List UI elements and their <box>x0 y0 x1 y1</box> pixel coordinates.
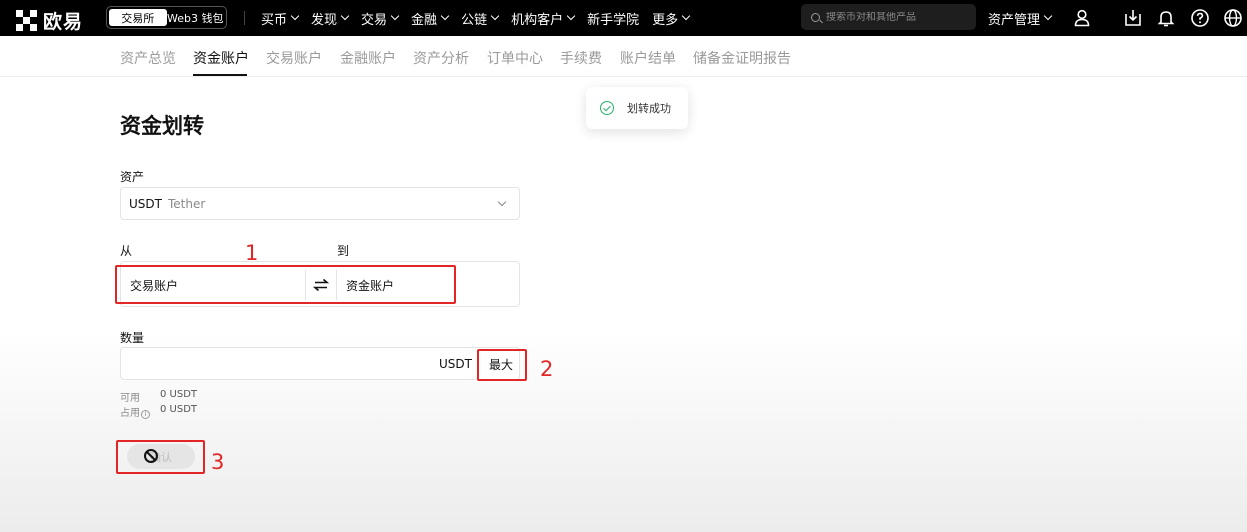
annotation-box-3 <box>116 440 205 474</box>
annotation-box-1 <box>115 265 456 304</box>
nav-item-discover[interactable]: 发现 <box>311 9 350 28</box>
nav-item-buy-crypto[interactable]: 买币 <box>261 9 300 28</box>
asset-management-label: 资产管理 <box>988 12 1041 28</box>
asset-label: 资产 <box>120 170 145 184</box>
tab-fees[interactable]: 手续费 <box>560 48 602 68</box>
tab-asset-overview[interactable]: 资产总览 <box>120 48 176 68</box>
nav-item-label: 机构客户 <box>511 12 564 28</box>
amount-field-box: USDT 最大 <box>120 347 520 380</box>
chevron-down-icon <box>681 11 691 21</box>
toast-message: 划转成功 <box>627 102 671 115</box>
occupied-value: 0 USDT <box>160 404 198 415</box>
amount-unit: USDT <box>439 357 472 371</box>
asset-select[interactable]: USDT Tether <box>120 187 520 220</box>
top-navigation-bar: 欧易 交易所 Web3 钱包 买币 发现 交易 金融 公链 机构客户 新手学院更多 资产管理 <box>0 0 1247 36</box>
tab-trading-account[interactable]: 交易账户 <box>266 48 322 68</box>
check-circle-icon <box>600 101 614 115</box>
globe-icon[interactable] <box>1223 8 1243 28</box>
bell-icon[interactable] <box>1156 8 1176 28</box>
to-label: 到 <box>337 244 350 258</box>
user-icon[interactable] <box>1072 8 1092 28</box>
nav-item-label: 金融 <box>411 12 438 28</box>
chevron-down-icon <box>440 11 450 21</box>
nav-item-finance[interactable]: 金融 <box>411 9 450 28</box>
page-title: 资金划转 <box>120 114 204 138</box>
exchange-tab[interactable]: 交易所 <box>109 9 167 26</box>
search-icon <box>811 12 820 22</box>
amount-input[interactable] <box>129 354 429 374</box>
annotation-number-2: 2 <box>540 357 554 381</box>
search-input[interactable] <box>826 11 966 23</box>
okx-logo-mark <box>16 10 37 31</box>
logo-text: 欧易 <box>43 11 84 33</box>
search-bar[interactable] <box>801 4 976 30</box>
available-value: 0 USDT <box>160 389 198 400</box>
help-icon[interactable] <box>1190 8 1210 28</box>
chevron-down-icon <box>497 197 507 207</box>
annotation-number-3: 3 <box>211 450 225 474</box>
annotation-number-1: 1 <box>245 241 259 265</box>
nav-item-label: 交易 <box>361 12 388 28</box>
asset-symbol: USDT <box>129 196 162 211</box>
download-icon[interactable] <box>1123 8 1143 28</box>
tab-asset-analysis[interactable]: 资产分析 <box>413 48 469 68</box>
tab-funding-account[interactable]: 资金账户 <box>193 48 249 68</box>
tab-account-statement[interactable]: 账户结单 <box>620 48 676 68</box>
chevron-down-icon <box>1043 11 1053 21</box>
nav-item-label: 发现 <box>311 12 338 28</box>
occupied-label: 占用 <box>120 408 140 419</box>
chevron-down-icon <box>390 11 400 21</box>
chevron-down-icon <box>566 11 576 21</box>
info-icon[interactable]: i <box>141 410 150 419</box>
tab-earn-account[interactable]: 金融账户 <box>340 48 396 68</box>
chevron-down-icon <box>290 11 300 21</box>
nav-item-label: 买币 <box>261 12 288 28</box>
available-row: 可用 0 USDT <box>120 389 197 404</box>
amount-label: 数量 <box>120 331 145 345</box>
nav-item-label: 更多 <box>652 12 679 28</box>
available-label: 可用 <box>120 393 140 404</box>
nav-item-chain[interactable]: 公链 <box>461 9 500 28</box>
nav-item-learn[interactable]: 新手学院 <box>587 9 639 28</box>
nav-item-label: 公链 <box>461 12 488 28</box>
chevron-down-icon <box>490 11 500 21</box>
web3-wallet-tab[interactable]: Web3 钱包 <box>167 9 225 26</box>
asset-management-menu[interactable]: 资产管理 <box>988 0 1053 36</box>
nav-item-trade[interactable]: 交易 <box>361 9 400 28</box>
active-tab-underline <box>193 74 247 76</box>
main-nav: 买币 发现 交易 金融 公链 机构客户 新手学院 更多 <box>261 0 702 36</box>
success-toast: 划转成功 <box>586 87 688 129</box>
account-sub-navigation: 资产总览 资金账户 交易账户 金融账户 资产分析 订单中心 手续费 账户结单 储… <box>0 36 1247 77</box>
exchange-web3-switch: 交易所 Web3 钱包 <box>106 6 227 29</box>
nav-item-more[interactable]: 更多 <box>652 9 691 28</box>
nav-item-label: 新手学院 <box>587 12 640 28</box>
from-label: 从 <box>120 244 133 258</box>
nav-divider <box>244 11 245 25</box>
okx-logo[interactable]: 欧易 <box>16 7 83 34</box>
nav-item-institutional[interactable]: 机构客户 <box>511 9 576 28</box>
asset-name: Tether <box>167 196 206 211</box>
chevron-down-icon <box>340 11 350 21</box>
tab-order-center[interactable]: 订单中心 <box>487 48 543 68</box>
annotation-box-2 <box>477 349 527 381</box>
occupied-row: 占用 i 0 USDT <box>120 404 197 419</box>
tab-proof-of-reserves[interactable]: 储备金证明报告 <box>693 48 791 68</box>
